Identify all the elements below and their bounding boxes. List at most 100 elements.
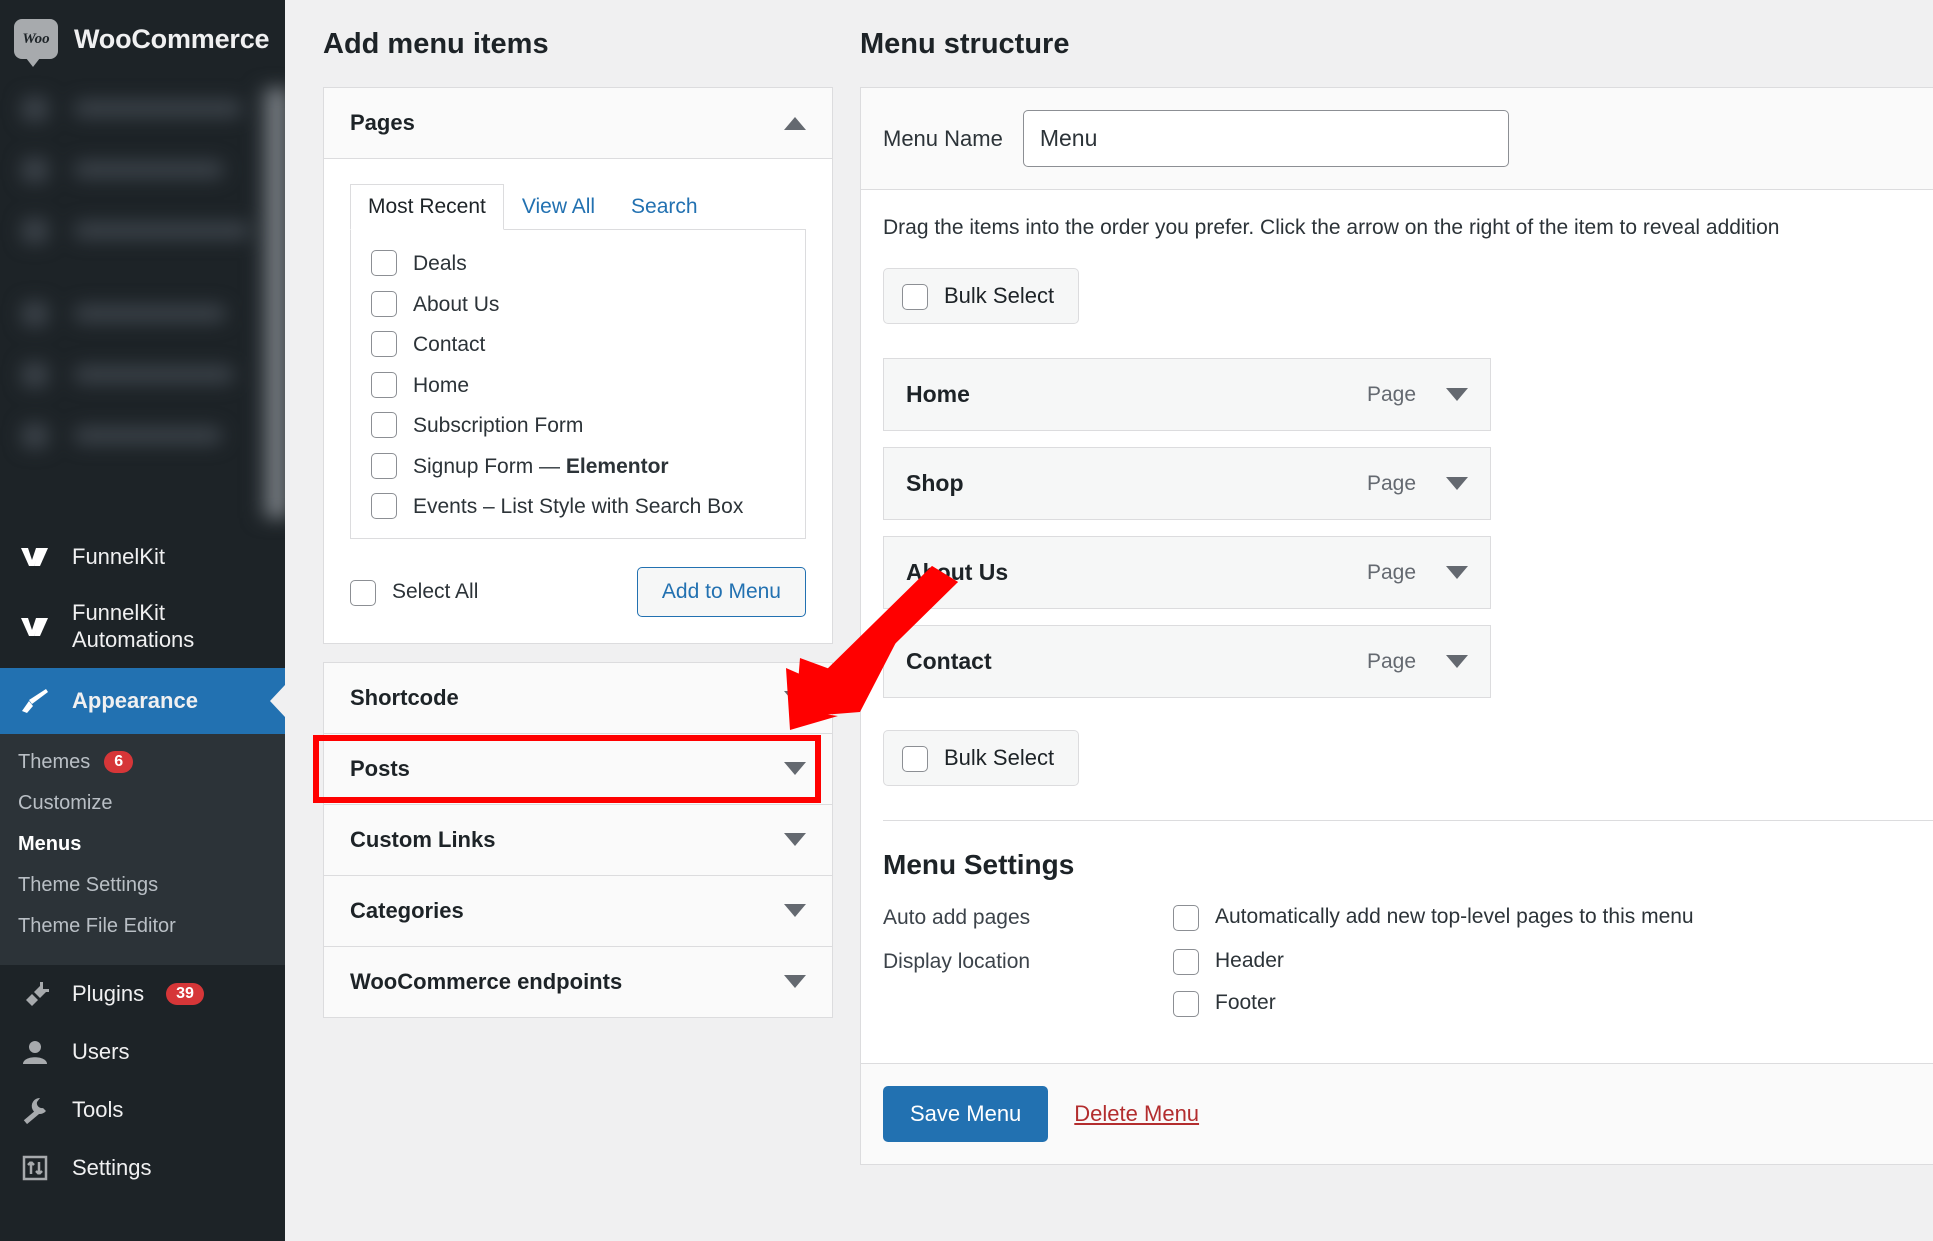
list-item[interactable]: Contact (371, 325, 785, 366)
menu-item-type: Page (1367, 561, 1416, 585)
bulk-select-checkbox[interactable] (902, 284, 928, 310)
categories-title: Categories (350, 898, 464, 924)
caret-down-icon[interactable] (784, 762, 806, 775)
menu-item-type: Page (1367, 472, 1416, 496)
pages-checklist: Deals About Us Contact Home (350, 230, 806, 539)
tab-search[interactable]: Search (613, 184, 716, 230)
list-item[interactable]: Deals (371, 244, 785, 285)
page-label: About Us (413, 289, 499, 322)
page-checkbox[interactable] (371, 291, 397, 317)
main-content: Add menu items Pages Most Recent View Al… (285, 0, 1933, 1241)
auto-add-pages-checkbox[interactable] (1173, 905, 1199, 931)
bulk-select-label: Bulk Select (944, 283, 1054, 309)
brand-name: WooCommerce (74, 24, 269, 55)
page-label: Contact (413, 329, 485, 362)
pages-accordion-header[interactable]: Pages (324, 88, 832, 159)
sidebar-item-label: FunnelKit Automations (72, 600, 285, 654)
table-row[interactable]: Contact Page (883, 625, 1491, 698)
page-label: Events – List Style with Search Box (413, 491, 743, 524)
add-to-menu-button[interactable]: Add to Menu (637, 567, 806, 617)
display-location-footer[interactable]: Footer (1173, 989, 1284, 1017)
woocommerce-endpoints-title: WooCommerce endpoints (350, 969, 622, 995)
sidebar-scrollbar[interactable] (259, 88, 285, 518)
funnelkit-icon (20, 542, 50, 572)
page-label-bold: Elementor (566, 455, 669, 478)
page-label-text: Signup Form — (413, 455, 566, 478)
bulk-select-top[interactable]: Bulk Select (883, 268, 1079, 324)
caret-down-icon[interactable] (784, 904, 806, 917)
footer-location-label: Footer (1215, 991, 1276, 1015)
sidebar-item-funnelkit-automations[interactable]: FunnelKit Automations (0, 586, 285, 668)
menu-structure-heading: Menu structure (860, 28, 1933, 61)
delete-menu-link[interactable]: Delete Menu (1074, 1101, 1199, 1127)
sidebar-item-tools[interactable]: Tools (0, 1081, 285, 1139)
caret-down-icon[interactable] (1446, 477, 1468, 490)
sidebar-item-appearance[interactable]: Appearance (0, 668, 285, 734)
page-checkbox[interactable] (371, 412, 397, 438)
accordion-posts[interactable]: Posts (324, 733, 832, 804)
list-item[interactable]: About Us (371, 285, 785, 326)
list-item[interactable]: Home (371, 366, 785, 407)
caret-down-icon[interactable] (1446, 388, 1468, 401)
footer-location-checkbox[interactable] (1173, 991, 1199, 1017)
menu-item-title: Home (906, 381, 970, 408)
menu-items-list: Home Page Shop Page Ab (883, 358, 1491, 698)
accordion-shortcode[interactable]: Shortcode (324, 663, 832, 733)
tab-most-recent[interactable]: Most Recent (350, 184, 504, 230)
page-checkbox[interactable] (371, 493, 397, 519)
page-checkbox[interactable] (371, 372, 397, 398)
accordion-woocommerce-endpoints[interactable]: WooCommerce endpoints (324, 946, 832, 1017)
table-row[interactable]: Home Page (883, 358, 1491, 431)
sidebar-item-users[interactable]: Users (0, 1023, 285, 1081)
header-location-label: Header (1215, 949, 1284, 973)
caret-down-icon[interactable] (1446, 566, 1468, 579)
page-checkbox[interactable] (371, 453, 397, 479)
tab-view-all[interactable]: View All (504, 184, 613, 230)
page-checkbox[interactable] (371, 331, 397, 357)
bulk-select-label: Bulk Select (944, 745, 1054, 771)
header-location-checkbox[interactable] (1173, 949, 1199, 975)
sidebar-item-themes[interactable]: Themes 6 (0, 742, 285, 783)
list-item[interactable]: Events – List Style with Search Box (371, 487, 785, 528)
list-item[interactable]: Signup Form — Elementor (371, 447, 785, 488)
bulk-select-checkbox[interactable] (902, 746, 928, 772)
accordion-custom-links[interactable]: Custom Links (324, 804, 832, 875)
caret-down-icon[interactable] (784, 833, 806, 846)
page-label: Subscription Form (413, 410, 583, 443)
menu-item-type: Page (1367, 383, 1416, 407)
select-all-control[interactable]: Select All (350, 578, 478, 606)
list-item[interactable]: Subscription Form (371, 406, 785, 447)
caret-down-icon[interactable] (784, 691, 806, 704)
display-location-header[interactable]: Header (1173, 947, 1284, 975)
select-all-label: Select All (392, 580, 478, 604)
sidebar-item-settings[interactable]: Settings (0, 1139, 285, 1197)
page-checkbox[interactable] (371, 250, 397, 276)
caret-up-icon[interactable] (784, 117, 806, 130)
sidebar-item-theme-file-editor[interactable]: Theme File Editor (0, 906, 285, 947)
item-type-accordions: Shortcode Posts Custom Links Categories … (323, 662, 833, 1018)
appearance-submenu: Themes 6 Customize Menus Theme Settings … (0, 734, 285, 965)
display-location-row: Display location Header Footer (883, 947, 1933, 1017)
table-row[interactable]: Shop Page (883, 447, 1491, 520)
menu-structure-panel: Menu Name Drag the items into the order … (860, 87, 1933, 1165)
sidebar-item-menus[interactable]: Menus (0, 824, 285, 865)
wrench-icon (20, 1095, 50, 1125)
sidebar-item-funnelkit[interactable]: FunnelKit (0, 528, 285, 586)
menu-name-input[interactable] (1023, 110, 1509, 167)
caret-down-icon[interactable] (784, 975, 806, 988)
woocommerce-brand[interactable]: Woo WooCommerce (0, 0, 285, 78)
auto-add-pages-option-label: Automatically add new top-level pages to… (1215, 905, 1694, 929)
sidebar-item-plugins[interactable]: Plugins 39 (0, 965, 285, 1023)
bulk-select-bottom[interactable]: Bulk Select (883, 730, 1079, 786)
sidebar-item-theme-settings[interactable]: Theme Settings (0, 865, 285, 906)
sidebar-item-customize[interactable]: Customize (0, 783, 285, 824)
blurred-menu-group (0, 78, 285, 528)
accordion-categories[interactable]: Categories (324, 875, 832, 946)
save-menu-button[interactable]: Save Menu (883, 1086, 1048, 1142)
sidebar-item-label: Tools (72, 1097, 123, 1123)
add-menu-items-column: Add menu items Pages Most Recent View Al… (323, 0, 833, 1018)
table-row[interactable]: About Us Page (883, 536, 1491, 609)
auto-add-pages-option[interactable]: Automatically add new top-level pages to… (1173, 903, 1694, 931)
caret-down-icon[interactable] (1446, 655, 1468, 668)
select-all-checkbox[interactable] (350, 580, 376, 606)
